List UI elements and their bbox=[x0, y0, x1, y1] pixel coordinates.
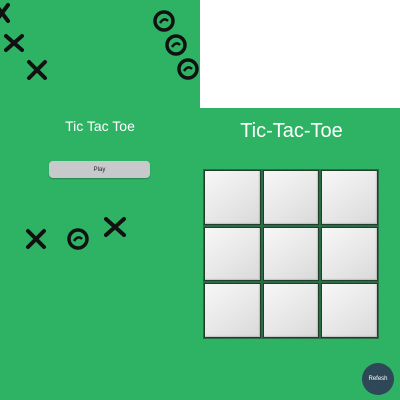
board-cell-1-2[interactable] bbox=[262, 170, 320, 225]
board-cell-3-3[interactable] bbox=[321, 283, 378, 338]
board-cell-2-3[interactable] bbox=[321, 226, 378, 282]
o-mark-icon bbox=[165, 34, 187, 56]
board-cell-1-1[interactable] bbox=[204, 170, 261, 225]
board-cell-3-1[interactable] bbox=[204, 283, 261, 338]
x-mark-icon bbox=[27, 60, 47, 80]
o-mark-icon bbox=[153, 10, 175, 32]
o-mark-icon bbox=[67, 228, 89, 250]
board-cell-2-2[interactable] bbox=[262, 226, 320, 282]
x-mark-icon bbox=[26, 229, 46, 249]
x-mark-icon bbox=[104, 217, 126, 237]
menu-screen: Tic Tac Toe Play bbox=[0, 0, 200, 266]
board-cell-2-1[interactable] bbox=[204, 226, 261, 282]
play-button[interactable]: Play bbox=[49, 161, 150, 178]
app-stage: Tic Tac Toe Play Tic-Tac-Toe Refesh bbox=[0, 0, 400, 400]
x-mark-icon bbox=[4, 34, 24, 52]
board-cell-3-2[interactable] bbox=[262, 283, 320, 338]
game-title: Tic-Tac-Toe bbox=[240, 120, 343, 142]
board-cell-1-3[interactable] bbox=[321, 170, 378, 225]
x-mark-icon bbox=[0, 3, 10, 23]
menu-screen-lower bbox=[0, 266, 183, 400]
refresh-button[interactable]: Refesh bbox=[362, 363, 394, 395]
game-screen: Tic-Tac-Toe Refesh bbox=[183, 108, 400, 400]
menu-title: Tic Tac Toe bbox=[65, 118, 135, 134]
game-board bbox=[203, 169, 379, 339]
o-mark-icon bbox=[177, 58, 199, 80]
